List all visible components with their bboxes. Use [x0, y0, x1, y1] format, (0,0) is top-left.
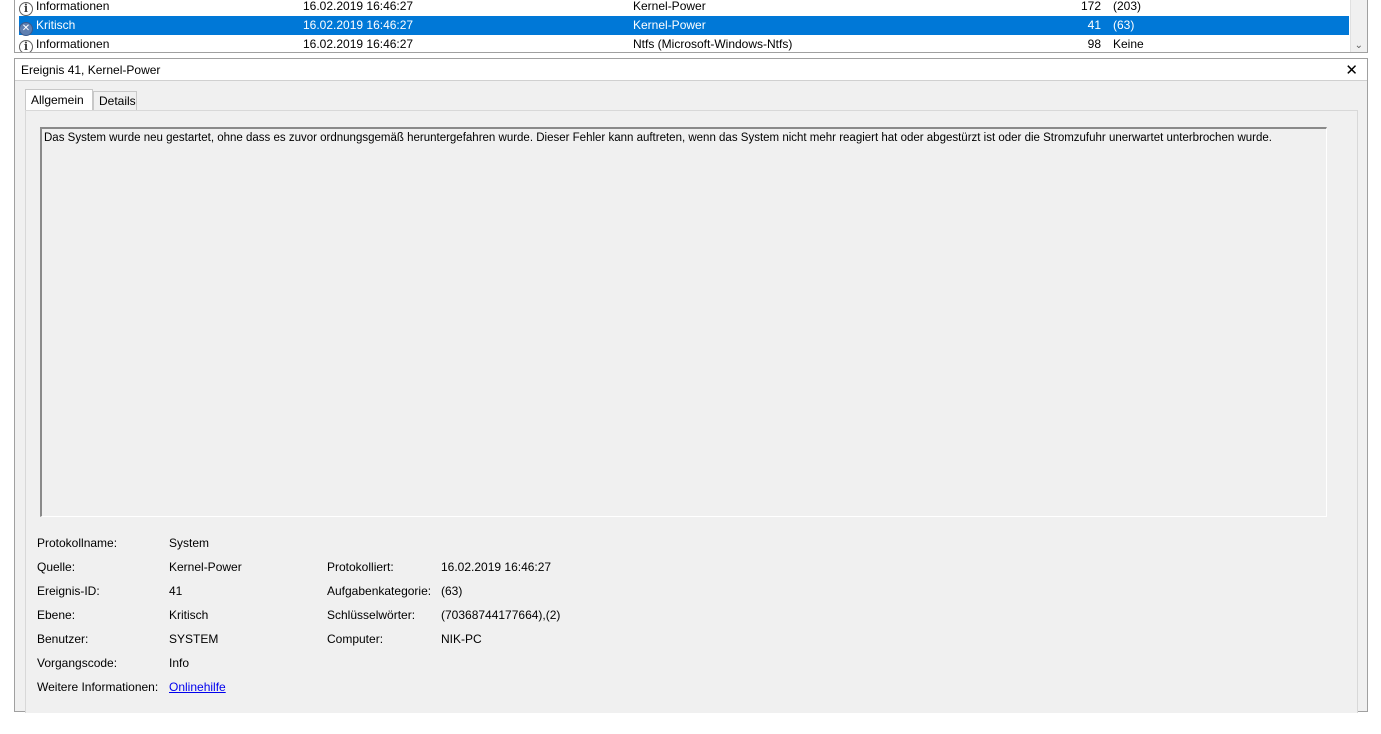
user-value: SYSTEM — [169, 632, 219, 646]
event-level: Kritisch — [36, 18, 76, 32]
event-task-category: Keine — [1113, 37, 1144, 51]
keywords-value: (70368744177664),(2) — [441, 608, 561, 622]
keywords-label: Schlüsselwörter: — [327, 608, 416, 622]
logged-label: Protokolliert: — [327, 560, 394, 574]
detail-header: Ereignis 41, Kernel-Power ✕ — [15, 59, 1367, 81]
event-date: 16.02.2019 16:46:27 — [303, 37, 414, 51]
computer-label: Computer: — [327, 632, 384, 646]
level-value: Kritisch — [169, 608, 209, 622]
event-source: Kernel-Power — [633, 0, 706, 13]
event-description[interactable]: Das System wurde neu gestartet, ohne das… — [40, 127, 1327, 517]
tab-general-content: Das System wurde neu gestartet, ohne das… — [25, 110, 1358, 713]
event-detail-pane: Ereignis 41, Kernel-Power ✕ Allgemein De… — [14, 58, 1368, 713]
log-name-label: Protokollname: — [37, 536, 118, 550]
detail-title: Ereignis 41, Kernel-Power — [21, 63, 161, 77]
close-icon[interactable]: ✕ — [1345, 61, 1358, 79]
event-row[interactable]: i Informationen 16.02.2019 16:46:27 Kerne… — [19, 0, 1349, 16]
event-id: 41 — [1087, 18, 1101, 32]
event-source: Kernel-Power — [633, 18, 706, 32]
task-category-value: (63) — [441, 584, 463, 598]
event-task-category: (63) — [1113, 18, 1135, 32]
level-label: Ebene: — [37, 608, 76, 622]
event-task-category: (203) — [1113, 0, 1142, 13]
event-id-value: 41 — [169, 584, 183, 598]
computer-value: NIK-PC — [441, 632, 482, 646]
logged-value: 16.02.2019 16:46:27 — [441, 560, 552, 574]
tab-details[interactable]: Details — [93, 91, 137, 111]
info-icon: i — [19, 40, 33, 52]
event-properties: Protokollname: System Quelle: Kernel-Pow… — [37, 533, 737, 703]
event-level-cell: ✕ Kritisch — [19, 16, 299, 36]
event-date: 16.02.2019 16:46:27 — [303, 18, 414, 32]
info-icon: i — [19, 2, 33, 16]
vertical-scrollbar[interactable]: ⌄ — [1350, 0, 1367, 52]
event-row-selected[interactable]: ✕ Kritisch 16.02.2019 16:46:27 Kernel-Pow… — [19, 16, 1349, 36]
task-category-label: Aufgabenkategorie: — [327, 584, 432, 598]
event-level-cell: i Informationen — [19, 35, 299, 52]
event-id-label: Ereignis-ID: — [37, 584, 100, 598]
event-level: Informationen — [36, 0, 110, 13]
chevron-down-icon[interactable]: ⌄ — [1355, 40, 1363, 51]
opcode-label: Vorgangscode: — [37, 656, 118, 670]
event-id: 172 — [1080, 0, 1101, 13]
tab-general[interactable]: Allgemein — [25, 89, 93, 112]
event-source: Ntfs (Microsoft-Windows-Ntfs) — [633, 37, 793, 51]
opcode-value: Info — [169, 656, 190, 670]
source-value: Kernel-Power — [169, 560, 242, 574]
log-name-value: System — [169, 536, 210, 550]
event-level-cell: i Informationen — [19, 0, 299, 16]
online-help-link[interactable]: Onlinehilfe — [169, 677, 226, 697]
critical-icon: ✕ — [19, 22, 33, 36]
event-level: Informationen — [36, 37, 110, 51]
event-list[interactable]: i Informationen 16.02.2019 16:46:27 Kerne… — [14, 0, 1368, 53]
user-label: Benutzer: — [37, 632, 89, 646]
event-date: 16.02.2019 16:46:27 — [303, 0, 414, 13]
event-id: 98 — [1087, 37, 1101, 51]
event-row[interactable]: i Informationen 16.02.2019 16:46:27 Ntfs … — [19, 35, 1349, 52]
more-info-label: Weitere Informationen: — [37, 680, 159, 694]
source-label: Quelle: — [37, 560, 76, 574]
